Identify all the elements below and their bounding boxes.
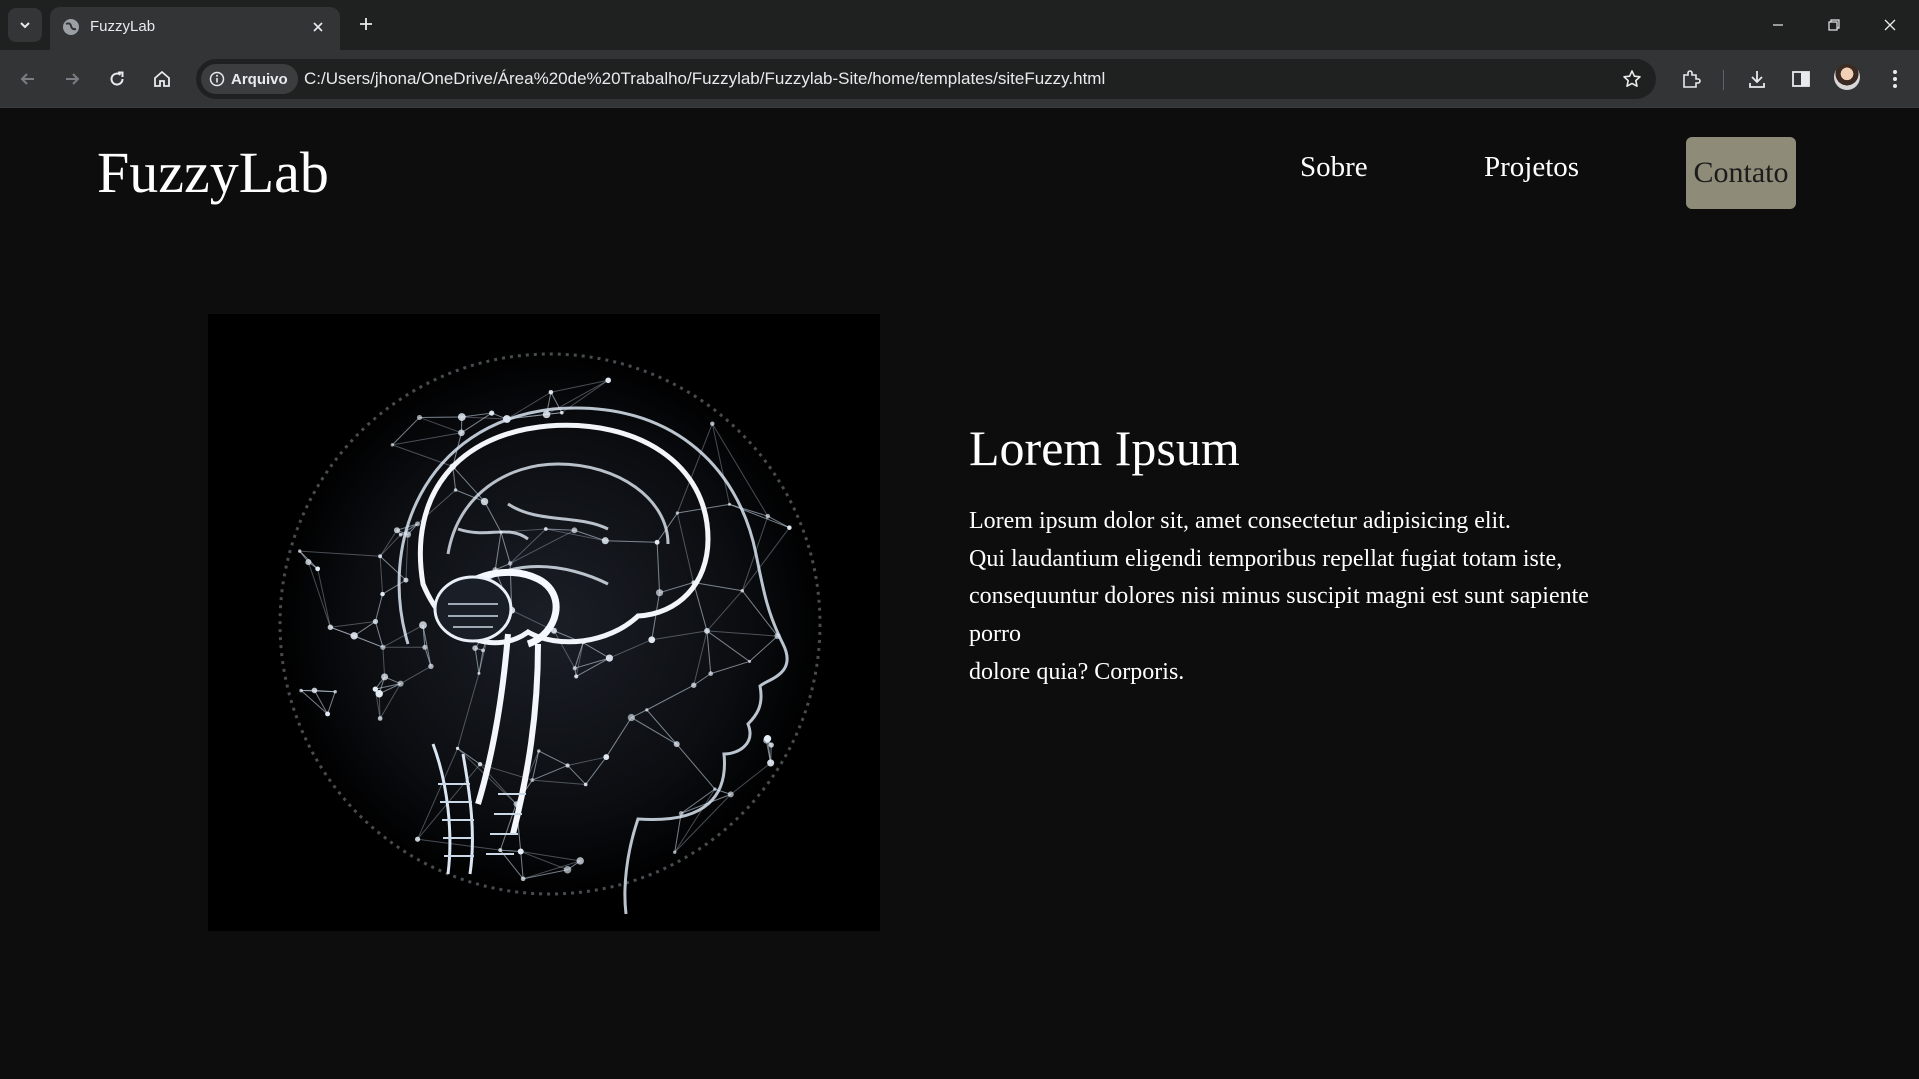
site-logo[interactable]: FuzzyLab	[97, 139, 329, 206]
menu-dots-icon[interactable]	[1881, 65, 1909, 93]
back-icon[interactable]	[13, 64, 43, 94]
forward-icon[interactable]	[57, 64, 87, 94]
site-info-chip[interactable]: Arquivo	[201, 64, 298, 94]
home-icon[interactable]	[147, 64, 177, 94]
hero-title: Lorem Ipsum	[969, 420, 1240, 476]
page-content: FuzzyLab Sobre Projetos Contato Lorem Ip…	[0, 109, 1919, 1079]
contact-button[interactable]: Contato	[1686, 137, 1796, 209]
new-tab-icon[interactable]	[354, 12, 378, 36]
nav-link-sobre[interactable]: Sobre	[1300, 151, 1368, 184]
hero-line: consequuntur dolores nisi minus suscipit…	[969, 583, 1589, 610]
hero-line: Qui laudantium eligendi temporibus repel…	[969, 545, 1563, 572]
hero-paragraph: Lorem ipsum dolor sit, amet consectetur …	[969, 503, 1649, 692]
browser-toolbar: Arquivo C:/Users/jhona/OneDrive/Área%20d…	[0, 50, 1919, 108]
globe-icon	[63, 19, 79, 35]
info-icon	[209, 71, 225, 87]
profile-avatar[interactable]	[1834, 64, 1860, 90]
restore-icon[interactable]	[1806, 0, 1862, 50]
close-window-icon[interactable]	[1862, 0, 1918, 50]
bookmark-star-icon[interactable]	[1620, 67, 1644, 91]
nav-link-projetos[interactable]: Projetos	[1484, 151, 1579, 184]
side-panel-icon[interactable]	[1787, 65, 1815, 93]
hero-line: Lorem ipsum dolor sit, amet consectetur …	[969, 508, 1511, 534]
hero-image	[208, 314, 880, 931]
brain-network-illustration-icon	[278, 352, 822, 915]
security-chip-label: Arquivo	[231, 70, 288, 88]
tab-title: FuzzyLab	[90, 18, 156, 35]
chevron-down-icon	[20, 22, 30, 29]
hero-line: dolore quia? Corporis.	[969, 658, 1185, 685]
reload-icon[interactable]	[102, 64, 132, 94]
tab-search-button[interactable]	[8, 8, 42, 42]
browser-tab[interactable]: FuzzyLab	[50, 7, 340, 50]
browser-tab-bar: FuzzyLab	[0, 0, 1919, 50]
download-icon[interactable]	[1743, 65, 1771, 93]
extensions-icon[interactable]	[1677, 65, 1705, 93]
close-tab-icon[interactable]	[308, 17, 328, 37]
toolbar-separator	[1723, 70, 1724, 90]
url-text[interactable]: C:/Users/jhona/OneDrive/Área%20de%20Trab…	[304, 69, 1105, 89]
hero-line: porro	[969, 621, 1021, 648]
address-bar[interactable]: Arquivo C:/Users/jhona/OneDrive/Área%20d…	[196, 59, 1656, 99]
minimize-icon[interactable]	[1750, 0, 1806, 50]
